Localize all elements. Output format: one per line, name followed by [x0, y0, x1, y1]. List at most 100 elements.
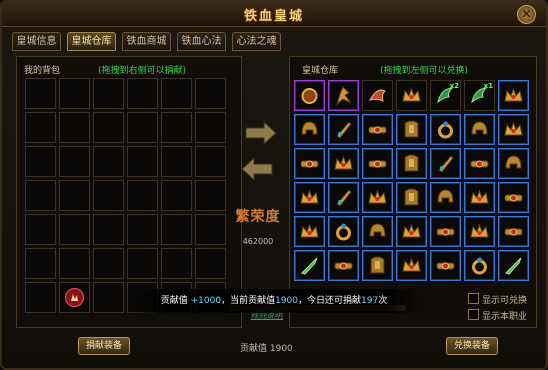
warehouse-slot[interactable] [328, 114, 359, 145]
helmet-icon [505, 155, 522, 169]
backpack-slot[interactable] [161, 78, 192, 109]
backpack-slot[interactable] [195, 112, 226, 143]
warehouse-slot[interactable] [396, 182, 427, 213]
backpack-slot[interactable] [195, 180, 226, 211]
gem-belt-icon [504, 194, 523, 202]
crown-icon [402, 87, 421, 102]
backpack-slot[interactable] [161, 146, 192, 177]
backpack-slot[interactable] [127, 146, 158, 177]
backpack-slot[interactable] [161, 214, 192, 245]
warehouse-slot[interactable] [294, 216, 325, 247]
backpack-slot[interactable] [195, 214, 226, 245]
backpack-slot[interactable] [93, 248, 124, 279]
warehouse-slot[interactable] [396, 250, 427, 281]
backpack-slot[interactable] [93, 282, 124, 313]
tooltip-text-1: 贡献值 [160, 296, 191, 306]
backpack-slot[interactable] [25, 146, 56, 177]
warehouse-slot[interactable]: x1 [464, 80, 495, 111]
tooltip-gain: +1000 [190, 296, 222, 306]
backpack-slot[interactable] [127, 248, 158, 279]
warehouse-slot[interactable] [328, 80, 359, 111]
warehouse-slot[interactable] [328, 182, 359, 213]
warehouse-slot[interactable] [328, 216, 359, 247]
title-bar[interactable]: 铁血皇城 ✕ [2, 2, 546, 27]
warehouse-slot[interactable] [498, 216, 529, 247]
warehouse-slot[interactable] [362, 148, 393, 179]
gem-belt-icon [368, 126, 387, 134]
warehouse-slot[interactable] [294, 250, 325, 281]
warehouse-slot[interactable]: x2 [430, 80, 461, 111]
backpack-slot[interactable] [127, 214, 158, 245]
backpack-slot[interactable] [59, 214, 90, 245]
backpack-slot[interactable] [93, 78, 124, 109]
backpack-slot[interactable] [161, 248, 192, 279]
warehouse-slot[interactable] [396, 216, 427, 247]
backpack-slot[interactable] [59, 78, 90, 109]
warehouse-slot[interactable] [362, 250, 393, 281]
warehouse-slot[interactable] [430, 216, 461, 247]
backpack-slot[interactable] [93, 214, 124, 245]
backpack-slot[interactable] [25, 180, 56, 211]
warehouse-slot[interactable] [430, 148, 461, 179]
tab-city-info[interactable]: 皇城信息 [12, 32, 61, 51]
backpack-slot[interactable] [195, 78, 226, 109]
warehouse-slot[interactable] [498, 80, 529, 111]
backpack-slot[interactable] [93, 180, 124, 211]
close-icon: ✕ [521, 7, 532, 21]
tab-blood-mind-method[interactable]: 铁血心法 [177, 32, 226, 51]
backpack-slot[interactable] [195, 146, 226, 177]
backpack-slot[interactable] [195, 248, 226, 279]
warehouse-slot[interactable] [430, 250, 461, 281]
warehouse-slot[interactable] [464, 182, 495, 213]
tab-mind-soul[interactable]: 心法之魂 [232, 32, 281, 51]
backpack-slot[interactable] [59, 180, 90, 211]
backpack-slot[interactable] [161, 112, 192, 143]
backpack-slot[interactable] [25, 214, 56, 245]
warehouse-slot[interactable] [396, 148, 427, 179]
backpack-slot[interactable] [127, 78, 158, 109]
warehouse-slot[interactable] [464, 216, 495, 247]
backpack-slot[interactable] [59, 112, 90, 143]
backpack-slot[interactable] [25, 282, 56, 313]
warehouse-slot[interactable] [464, 148, 495, 179]
donate-equipment-button[interactable]: 捐献装备 [78, 337, 130, 355]
warehouse-slot[interactable] [498, 250, 529, 281]
warehouse-slot[interactable] [362, 182, 393, 213]
warehouse-slot[interactable] [362, 80, 393, 111]
warehouse-slot[interactable] [362, 114, 393, 145]
backpack-slot[interactable] [93, 146, 124, 177]
backpack-slot[interactable] [127, 112, 158, 143]
prosperity-value: 462000 [242, 237, 274, 246]
tab-blood-shop[interactable]: 铁血商城 [122, 32, 171, 51]
warehouse-slot[interactable] [430, 182, 461, 213]
warehouse-slot[interactable] [464, 250, 495, 281]
warehouse-slot[interactable] [498, 114, 529, 145]
exchange-equipment-button[interactable]: 兑换装备 [446, 337, 498, 355]
backpack-slot[interactable] [25, 78, 56, 109]
backpack-slot[interactable] [59, 248, 90, 279]
backpack-slot[interactable] [127, 180, 158, 211]
warehouse-slot[interactable] [430, 114, 461, 145]
show-own-class-checkbox[interactable] [468, 309, 479, 320]
warehouse-slot[interactable] [294, 148, 325, 179]
backpack-slot[interactable] [25, 248, 56, 279]
warehouse-slot[interactable] [328, 148, 359, 179]
backpack-slot[interactable] [59, 146, 90, 177]
backpack-slot[interactable] [59, 282, 90, 313]
warehouse-slot[interactable] [294, 182, 325, 213]
warehouse-slot[interactable] [294, 80, 325, 111]
close-button[interactable]: ✕ [517, 5, 536, 24]
warehouse-slot[interactable] [396, 114, 427, 145]
warehouse-slot[interactable] [464, 114, 495, 145]
warehouse-slot[interactable] [498, 182, 529, 213]
warehouse-slot[interactable] [294, 114, 325, 145]
show-exchangeable-checkbox[interactable] [468, 293, 479, 304]
warehouse-slot[interactable] [396, 80, 427, 111]
warehouse-slot[interactable] [498, 148, 529, 179]
warehouse-slot[interactable] [362, 216, 393, 247]
warehouse-slot[interactable] [328, 250, 359, 281]
backpack-slot[interactable] [25, 112, 56, 143]
tab-city-warehouse[interactable]: 皇城仓库 [67, 32, 116, 51]
backpack-slot[interactable] [161, 180, 192, 211]
backpack-slot[interactable] [93, 112, 124, 143]
